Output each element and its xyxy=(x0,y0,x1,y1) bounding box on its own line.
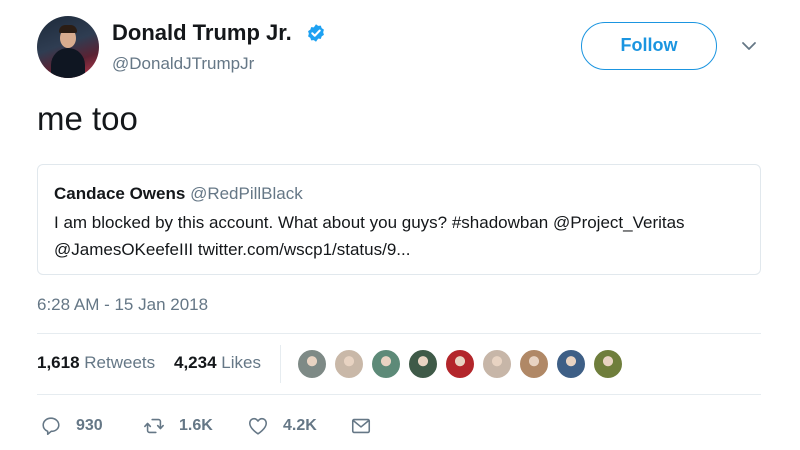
avatar-icon[interactable] xyxy=(296,348,328,380)
direct-message-action[interactable] xyxy=(350,414,374,438)
author-avatar[interactable] xyxy=(37,16,99,78)
tweet-card: Donald Trump Jr. @DonaldJTrumpJr Follow … xyxy=(0,0,800,450)
quoted-tweet-header: Candace Owens @RedPillBlack xyxy=(54,184,303,204)
quoted-tweet-text-line2: @JamesOKeefeIII twitter.com/wscp1/status… xyxy=(54,240,411,259)
avatar-icon[interactable] xyxy=(555,348,587,380)
quoted-tweet[interactable]: Candace Owens @RedPillBlack I am blocked… xyxy=(37,164,761,275)
envelope-icon xyxy=(351,418,371,434)
retweet-action[interactable]: 1.6K xyxy=(143,414,223,438)
heart-icon xyxy=(248,417,268,435)
chevron-down-icon[interactable] xyxy=(740,37,758,55)
avatar-icon[interactable] xyxy=(518,348,550,380)
avatar-icon[interactable] xyxy=(370,348,402,380)
liker-avatars xyxy=(296,348,636,380)
reply-icon xyxy=(42,417,60,436)
avatar-icon[interactable] xyxy=(407,348,439,380)
avatar-icon[interactable] xyxy=(592,348,624,380)
retweets-label: Retweets xyxy=(84,353,156,372)
reply-count: 930 xyxy=(76,417,103,434)
author-handle[interactable]: @DonaldJTrumpJr xyxy=(112,54,254,74)
reply-action[interactable]: 930 xyxy=(40,414,110,438)
retweet-count: 1.6K xyxy=(179,417,213,434)
retweets-stat[interactable]: 1,618 Retweets xyxy=(37,353,155,373)
avatar-hair xyxy=(59,25,77,33)
avatar-suit xyxy=(51,48,85,78)
likes-label: Likes xyxy=(221,353,261,372)
verified-badge-icon xyxy=(308,24,324,42)
avatar-icon[interactable] xyxy=(444,348,476,380)
likes-count: 4,234 xyxy=(174,353,217,372)
divider xyxy=(37,333,761,334)
tweet-timestamp[interactable]: 6:28 AM - 15 Jan 2018 xyxy=(37,295,208,315)
divider xyxy=(37,394,761,395)
tweet-text: me too xyxy=(37,100,138,137)
quoted-author-name: Candace Owens xyxy=(54,184,186,203)
like-count: 4.2K xyxy=(283,417,317,434)
quoted-tweet-text-line1: I am blocked by this account. What about… xyxy=(54,213,685,232)
quoted-author-handle: @RedPillBlack xyxy=(190,184,303,203)
follow-button[interactable]: Follow xyxy=(581,22,717,70)
avatar-icon[interactable] xyxy=(333,348,365,380)
retweet-icon xyxy=(144,418,164,434)
author-name[interactable]: Donald Trump Jr. xyxy=(112,20,292,46)
retweets-count: 1,618 xyxy=(37,353,80,372)
stats-separator xyxy=(280,345,281,383)
like-action[interactable]: 4.2K xyxy=(247,414,327,438)
avatar-icon[interactable] xyxy=(481,348,513,380)
likes-stat[interactable]: 4,234 Likes xyxy=(174,353,261,373)
